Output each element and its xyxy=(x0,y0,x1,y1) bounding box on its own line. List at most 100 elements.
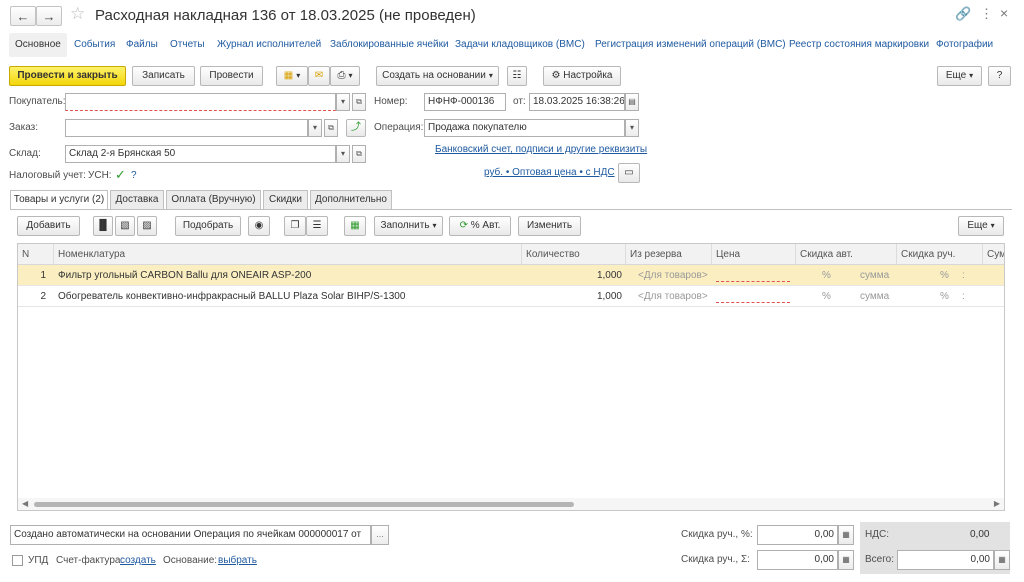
tab-additional[interactable]: Дополнительно xyxy=(310,190,392,209)
comment-open-button[interactable]: … xyxy=(371,525,389,545)
col-n[interactable]: N xyxy=(18,244,54,265)
row-reserve[interactable]: <Для товаров> xyxy=(634,265,714,286)
tax-help[interactable]: ? xyxy=(131,170,137,181)
tab-marking-registry[interactable]: Реестр состояния маркировки xyxy=(789,33,929,57)
close-icon[interactable]: × xyxy=(1000,5,1008,21)
col-price[interactable]: Цена xyxy=(712,244,796,265)
fill-by-order-button[interactable]: ⤴ xyxy=(346,119,366,137)
post-button[interactable]: Провести xyxy=(200,66,263,86)
number-field[interactable]: НФНФ-000136 xyxy=(424,93,506,111)
row-price[interactable] xyxy=(716,265,790,282)
buyer-field[interactable] xyxy=(65,93,336,111)
col-manual-discount[interactable]: Скидка руч. xyxy=(897,244,983,265)
scroll-right-icon[interactable]: ▶ xyxy=(994,499,1000,508)
more-vert-icon[interactable]: ⋮ xyxy=(980,6,993,22)
order-field[interactable] xyxy=(65,119,308,137)
tab-discounts[interactable]: Скидки xyxy=(263,190,308,209)
add-row-button[interactable]: Добавить xyxy=(17,216,80,236)
col-item[interactable]: Номенклатура xyxy=(54,244,522,265)
print-button[interactable]: ⎙ ▾ xyxy=(330,66,360,86)
date-field[interactable]: 18.03.2025 16:38:26 xyxy=(529,93,625,111)
documents-menu-button[interactable]: ▦ ▾ xyxy=(276,66,308,86)
scroll-thumb[interactable] xyxy=(34,502,574,507)
scan-button[interactable]: ▧ xyxy=(115,216,135,236)
link-icon[interactable]: 🔗 xyxy=(955,6,971,22)
tab-main[interactable]: Основное xyxy=(9,33,67,57)
change-button[interactable]: Изменить xyxy=(518,216,581,236)
operation-field[interactable]: Продажа покупателю xyxy=(424,119,625,137)
warehouse-field[interactable]: Склад 2-я Брянская 50 xyxy=(65,145,336,163)
upd-checkbox[interactable] xyxy=(12,555,23,566)
price-type-link[interactable]: руб. • Оптовая цена • с НДС xyxy=(484,167,615,178)
settings-button[interactable]: ⚙ Настройка xyxy=(543,66,621,86)
star-icon[interactable]: ☆ xyxy=(70,4,85,24)
fill-button[interactable]: Заполнить ▾ xyxy=(374,216,443,236)
row-item-name[interactable]: Фильтр угольный CARBON Ballu для ONEAIR … xyxy=(54,265,522,286)
order-open[interactable]: ⧉ xyxy=(324,119,338,137)
col-qty[interactable]: Количество xyxy=(522,244,626,265)
post-and-close-button[interactable]: Провести и закрыть xyxy=(9,66,126,86)
auto-percent-button[interactable]: ⟳ % Авт. xyxy=(449,216,511,236)
paste-button[interactable]: ☰ xyxy=(306,216,328,236)
discount-percent-field[interactable]: 0,00 xyxy=(757,525,838,545)
barcode-button[interactable]: ▐▌ xyxy=(93,216,113,236)
date-picker-button[interactable]: ▤ xyxy=(625,93,639,111)
table-row[interactable]: 1 Фильтр угольный CARBON Ballu для ONEAI… xyxy=(18,265,1004,286)
operation-dropdown[interactable]: ▾ xyxy=(625,119,639,137)
structure-button[interactable]: ☷ xyxy=(507,66,527,86)
tab-files[interactable]: Файлы xyxy=(126,33,158,57)
discount-sum-field[interactable]: 0,00 xyxy=(757,550,838,570)
view-button[interactable]: ◉ xyxy=(248,216,270,236)
bank-details-link[interactable]: Банковский счет, подписи и другие реквиз… xyxy=(435,144,647,155)
check-icon[interactable]: ✓ xyxy=(115,167,126,183)
save-button[interactable]: Записать xyxy=(132,66,195,86)
back-button[interactable]: ← xyxy=(10,6,36,26)
tab-payment[interactable]: Оплата (Вручную) xyxy=(166,190,261,209)
col-auto-discount[interactable]: Скидка авт. xyxy=(796,244,897,265)
buyer-dropdown[interactable]: ▾ xyxy=(336,93,350,111)
discount-percent-calc[interactable]: ▦ xyxy=(838,525,854,545)
create-based-button[interactable]: Создать на основании ▾ xyxy=(376,66,499,86)
tab-storekeeper-tasks[interactable]: Задачи кладовщиков (ВМС) xyxy=(455,33,585,57)
row-qty[interactable]: 1,000 xyxy=(522,265,626,286)
discount-sum-calc[interactable]: ▦ xyxy=(838,550,854,570)
price-settings-button[interactable]: ▭ xyxy=(618,163,640,183)
scroll-left-icon[interactable]: ◀ xyxy=(22,499,28,508)
col-reserve[interactable]: Из резерва xyxy=(626,244,712,265)
col-sum[interactable]: Сум xyxy=(983,244,1004,265)
tab-goods[interactable]: Товары и услуги (2) xyxy=(10,190,108,210)
basis-select-link[interactable]: выбрать xyxy=(218,555,257,566)
forward-button[interactable]: → xyxy=(36,6,62,26)
invoice-create-link[interactable]: создать xyxy=(120,555,156,566)
scan-search-button[interactable]: ▨ xyxy=(137,216,157,236)
copy-button[interactable]: ❐ xyxy=(284,216,306,236)
warehouse-dropdown[interactable]: ▾ xyxy=(336,145,350,163)
tab-events[interactable]: События xyxy=(74,33,115,57)
tab-reports[interactable]: Отчеты xyxy=(170,33,205,57)
email-button[interactable]: ✉ xyxy=(308,66,330,86)
comment-field[interactable]: Создано автоматически на основании Опера… xyxy=(10,525,371,545)
row-reserve[interactable]: <Для товаров> xyxy=(634,286,714,307)
tab-locked-cells[interactable]: Заблокированные ячейки xyxy=(330,33,449,57)
total-calc[interactable]: ▦ xyxy=(994,550,1010,570)
row-manual-percent[interactable]: % xyxy=(936,265,956,286)
warehouse-open[interactable]: ⧉ xyxy=(352,145,366,163)
buyer-open[interactable]: ⧉ xyxy=(352,93,366,111)
goods-table[interactable]: N Номенклатура Количество Из резерва Цен… xyxy=(17,243,1005,511)
table-more-button[interactable]: Еще ▾ xyxy=(958,216,1004,236)
table-row[interactable]: 2 Обогреватель конвективно-инфракрасный … xyxy=(18,286,1004,307)
tab-photos[interactable]: Фотографии xyxy=(936,33,993,57)
tab-operation-changes[interactable]: Регистрация изменений операций (ВМС) xyxy=(595,33,786,57)
row-price[interactable] xyxy=(716,286,790,303)
pick-button[interactable]: Подобрать xyxy=(175,216,241,236)
horizontal-scrollbar[interactable]: ◀ ▶ xyxy=(18,498,1004,510)
tab-executors-log[interactable]: Журнал исполнителей xyxy=(217,33,321,57)
row-item-name[interactable]: Обогреватель конвективно-инфракрасный BA… xyxy=(54,286,522,307)
help-button[interactable]: ? xyxy=(988,66,1011,86)
tab-delivery[interactable]: Доставка xyxy=(110,190,164,209)
row-qty[interactable]: 1,000 xyxy=(522,286,626,307)
row-manual-percent[interactable]: % xyxy=(936,286,956,307)
order-dropdown[interactable]: ▾ xyxy=(308,119,322,137)
more-button[interactable]: Еще ▾ xyxy=(937,66,982,86)
table-export-button[interactable]: ▦ xyxy=(344,216,366,236)
